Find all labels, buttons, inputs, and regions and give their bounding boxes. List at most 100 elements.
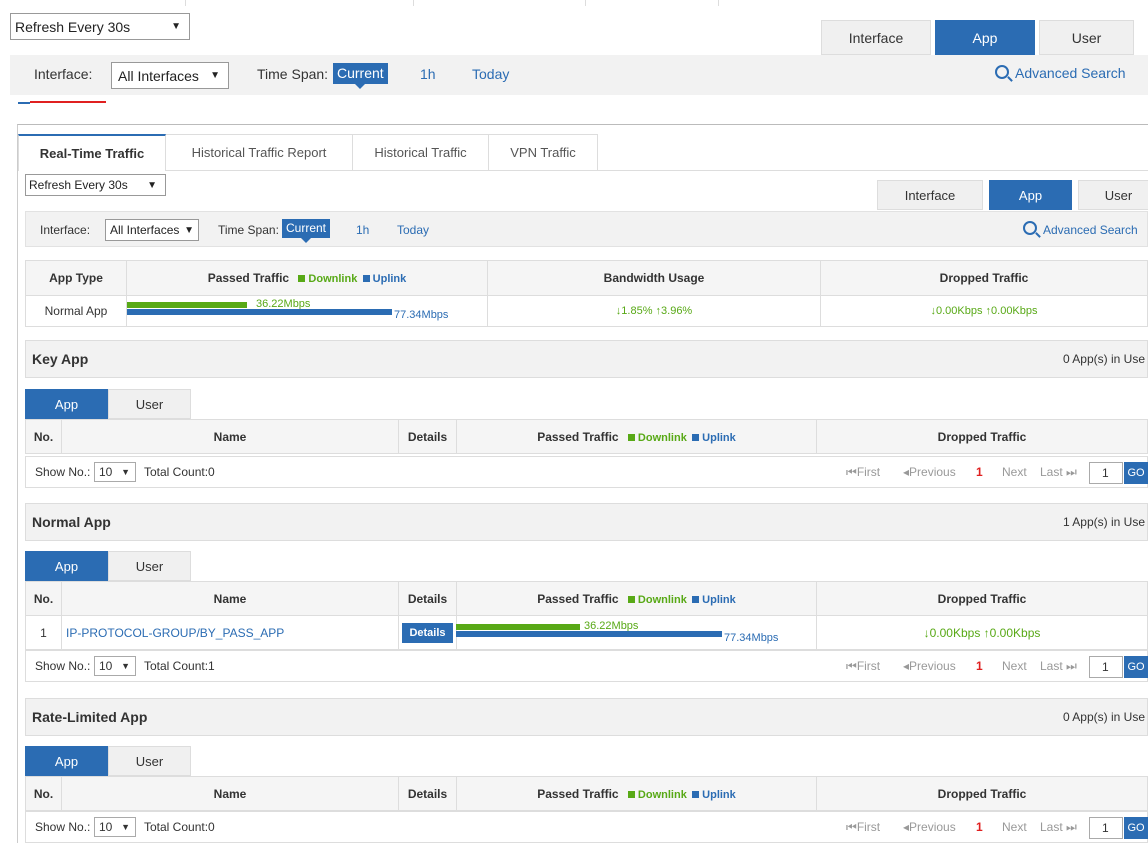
go-button[interactable]: GO: [1124, 462, 1148, 484]
last-label: Last: [1040, 659, 1063, 673]
normal-app-pager: Show No.: 10 ▼ Total Count:1 ⏮First ◂Prev…: [25, 650, 1148, 682]
uplink-legend-icon: [692, 433, 700, 441]
next-link[interactable]: Next: [1002, 465, 1027, 479]
search-icon: [1023, 221, 1037, 235]
first-link[interactable]: ⏮First: [846, 465, 880, 480]
summary-uplink-bar: [127, 309, 392, 315]
col-bandwidth: Bandwidth Usage: [487, 260, 821, 296]
total-count: Total Count:0: [144, 465, 215, 479]
tab-app[interactable]: App: [25, 551, 108, 581]
page-input[interactable]: 1: [1089, 462, 1123, 484]
page-size-select[interactable]: 10 ▼: [94, 817, 136, 837]
uplink-legend: Uplink: [372, 273, 407, 285]
refresh-select[interactable]: Refresh Every 30s ▼: [10, 13, 190, 40]
downlink-legend-icon: [627, 790, 635, 798]
section-title: Key App: [32, 351, 89, 367]
uplink-legend: Uplink: [702, 788, 736, 801]
previous-link[interactable]: ◂Previous: [903, 465, 956, 479]
interface-select[interactable]: All Interfaces ▼: [111, 62, 229, 89]
tab-user[interactable]: User: [1039, 20, 1134, 55]
tab-real-time-traffic[interactable]: Real-Time Traffic: [18, 134, 166, 171]
col-dropped: Dropped Traffic: [816, 419, 1148, 454]
tab-user[interactable]: User: [108, 746, 191, 776]
timespan-today[interactable]: Today: [472, 66, 509, 82]
tab-historical-traffic-report[interactable]: Historical Traffic Report: [166, 134, 353, 171]
first-label: First: [856, 820, 881, 834]
go-button[interactable]: GO: [1124, 817, 1148, 839]
tab-user[interactable]: User: [108, 551, 191, 581]
page-input[interactable]: 1: [1089, 817, 1123, 839]
page-input[interactable]: 1: [1089, 656, 1123, 678]
details-button[interactable]: Details: [402, 622, 453, 643]
downlink-legend-icon: [298, 275, 306, 282]
inner-timespan-current[interactable]: Current: [282, 219, 331, 243]
refresh-select-value: Refresh Every 30s: [15, 18, 131, 35]
tab-user[interactable]: User: [108, 389, 191, 419]
col-no: No.: [25, 581, 62, 616]
tab-app[interactable]: App: [25, 746, 108, 776]
show-no-label: Show No.:: [35, 659, 91, 673]
row-uplink-bar: [456, 631, 722, 637]
inner-advanced-search-link[interactable]: Advanced Search: [1023, 221, 1138, 237]
previous-link[interactable]: ◂Previous: [903, 820, 956, 834]
section-title: Normal App: [32, 514, 111, 530]
section-rate-limited-app: Rate-Limited App 0 App(s) in Use: [25, 698, 1148, 736]
top-strip: [0, 0, 1148, 6]
row-downlink-bar: [456, 624, 580, 630]
row-uplink-value: 77.34Mbps: [724, 632, 779, 644]
current-page: 1: [976, 465, 983, 479]
key-app-pager: Show No.: 10 ▼ Total Count:0 ⏮First ◂Prev…: [25, 456, 1148, 488]
previous-label: Previous: [909, 820, 956, 834]
last-label: Last: [1040, 465, 1063, 479]
section-count: 1 App(s) in Use: [1062, 515, 1145, 529]
key-app-table: No. Name Details Passed Traffic Downlink…: [25, 419, 1148, 454]
total-count: Total Count:0: [144, 820, 215, 834]
inner-timespan-today[interactable]: Today: [397, 223, 429, 237]
app-name-link[interactable]: IP-PROTOCOL-GROUP/BY_PASS_APP: [66, 626, 284, 640]
summary-uplink-value: 77.34Mbps: [394, 309, 449, 321]
col-details: Details: [398, 776, 457, 811]
last-link[interactable]: Last ⏭: [1040, 465, 1077, 480]
chevron-down-icon: ▼: [184, 224, 194, 236]
main-tabs: Real-Time Traffic Historical Traffic Rep…: [18, 134, 598, 171]
tab-app[interactable]: App: [935, 20, 1035, 55]
inner-tab-app[interactable]: App: [989, 180, 1072, 210]
inner-timespan-1h[interactable]: 1h: [356, 223, 369, 237]
uplink-legend: Uplink: [702, 593, 736, 606]
inner-tab-interface[interactable]: Interface: [877, 180, 983, 210]
first-link[interactable]: ⏮First: [846, 820, 880, 835]
last-link[interactable]: Last ⏭: [1040, 659, 1077, 674]
last-link[interactable]: Last ⏭: [1040, 820, 1077, 835]
timespan-current[interactable]: Current: [333, 63, 388, 89]
tab-interface[interactable]: Interface: [821, 20, 931, 55]
go-button[interactable]: GO: [1124, 656, 1148, 678]
previous-label: Previous: [909, 465, 956, 479]
uplink-legend-icon: [362, 275, 370, 282]
page-size-select[interactable]: 10 ▼: [94, 462, 136, 482]
timespan-1h[interactable]: 1h: [420, 66, 436, 82]
section-count: 0 App(s) in Use: [1062, 710, 1145, 724]
col-name: Name: [61, 581, 399, 616]
inner-refresh-select[interactable]: Refresh Every 30s ▼: [25, 174, 166, 196]
col-app-type: App Type: [25, 260, 127, 296]
inner-advanced-search-label: Advanced Search: [1043, 223, 1138, 237]
downlink-legend: Downlink: [308, 273, 358, 285]
advanced-search-link[interactable]: Advanced Search: [995, 65, 1126, 81]
section-normal-app: Normal App 1 App(s) in Use: [25, 503, 1148, 541]
tab-vpn-traffic[interactable]: VPN Traffic: [489, 134, 598, 171]
inner-interface-select[interactable]: All Interfaces ▼: [105, 219, 199, 241]
next-link[interactable]: Next: [1002, 659, 1027, 673]
summary-app-type: Normal App: [25, 295, 127, 327]
col-no: No.: [25, 776, 62, 811]
tab-app[interactable]: App: [25, 389, 108, 419]
page-size-select[interactable]: 10 ▼: [94, 656, 136, 676]
total-count: Total Count:1: [144, 659, 215, 673]
first-link[interactable]: ⏮First: [846, 659, 880, 674]
col-no: No.: [25, 419, 62, 454]
advanced-search-label: Advanced Search: [1015, 65, 1126, 81]
next-link[interactable]: Next: [1002, 820, 1027, 834]
inner-tab-user[interactable]: User: [1078, 180, 1148, 210]
downlink-legend: Downlink: [637, 593, 687, 606]
previous-link[interactable]: ◂Previous: [903, 659, 956, 673]
tab-historical-traffic[interactable]: Historical Traffic: [353, 134, 489, 171]
